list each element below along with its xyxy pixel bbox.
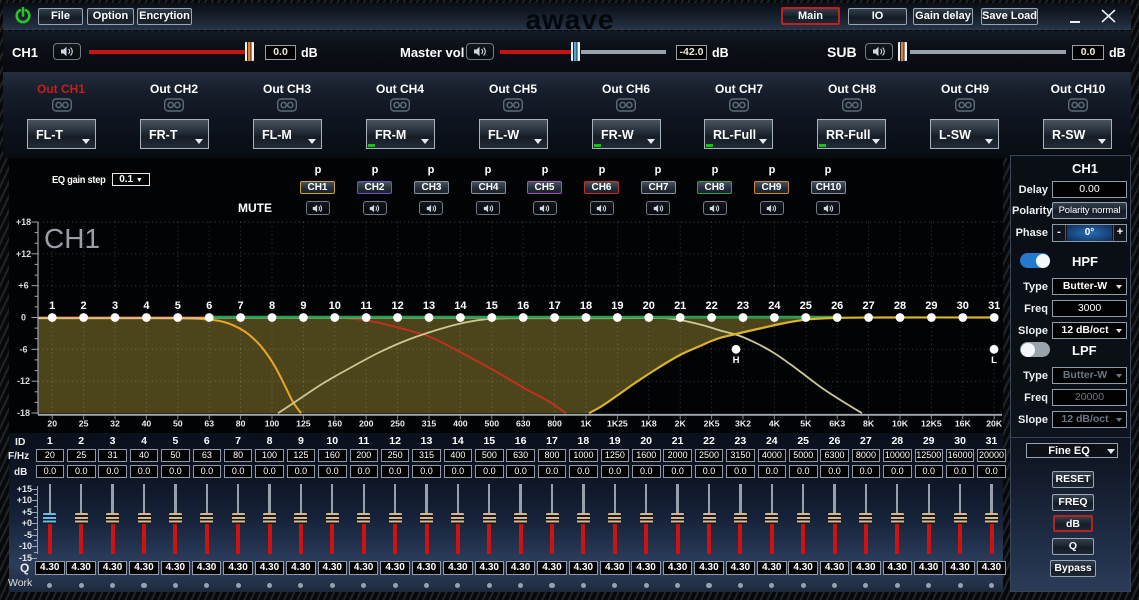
svg-text:4K: 4K	[769, 419, 781, 429]
svg-text:8K: 8K	[863, 419, 875, 429]
svg-text:25: 25	[800, 300, 812, 312]
svg-text:9: 9	[300, 300, 306, 312]
svg-text:40: 40	[142, 419, 152, 429]
svg-text:-18: -18	[17, 408, 30, 418]
svg-text:63: 63	[204, 419, 214, 429]
svg-text:160: 160	[328, 419, 343, 429]
svg-text:2: 2	[81, 300, 87, 312]
svg-text:17: 17	[548, 300, 560, 312]
svg-text:27: 27	[862, 300, 874, 312]
svg-text:29: 29	[925, 300, 937, 312]
svg-text:400: 400	[453, 419, 468, 429]
svg-text:8: 8	[269, 300, 275, 312]
svg-text:+18: +18	[16, 217, 31, 227]
svg-text:24: 24	[768, 300, 781, 312]
svg-text:16: 16	[517, 300, 529, 312]
svg-text:5: 5	[175, 300, 181, 312]
svg-text:30: 30	[957, 300, 969, 312]
svg-text:12: 12	[391, 300, 403, 312]
svg-text:23: 23	[737, 300, 749, 312]
svg-text:1: 1	[49, 300, 55, 312]
svg-text:26: 26	[831, 300, 843, 312]
svg-text:5K: 5K	[800, 419, 812, 429]
svg-text:100: 100	[265, 419, 280, 429]
svg-text:11: 11	[360, 300, 372, 312]
svg-text:125: 125	[296, 419, 311, 429]
svg-text:3K2: 3K2	[735, 419, 751, 429]
svg-text:2K5: 2K5	[704, 419, 720, 429]
svg-text:-6: -6	[19, 344, 27, 354]
svg-text:21: 21	[674, 300, 686, 312]
svg-text:20K: 20K	[986, 419, 1003, 429]
svg-text:28: 28	[894, 300, 906, 312]
svg-text:25: 25	[79, 419, 89, 429]
svg-text:250: 250	[390, 419, 405, 429]
svg-text:12K5: 12K5	[921, 419, 942, 429]
svg-text:3: 3	[112, 300, 118, 312]
svg-text:800: 800	[547, 419, 562, 429]
svg-text:14: 14	[454, 300, 467, 312]
svg-text:20: 20	[643, 300, 655, 312]
svg-text:18: 18	[580, 300, 592, 312]
svg-text:2K: 2K	[675, 419, 687, 429]
svg-text:16K: 16K	[955, 419, 972, 429]
svg-text:-12: -12	[17, 376, 30, 386]
svg-text:500: 500	[485, 419, 500, 429]
svg-text:+12: +12	[16, 249, 31, 259]
svg-text:50: 50	[173, 419, 183, 429]
svg-text:6: 6	[206, 300, 212, 312]
svg-text:1K8: 1K8	[641, 419, 657, 429]
svg-text:630: 630	[516, 419, 531, 429]
svg-text:19: 19	[611, 300, 623, 312]
svg-text:4: 4	[143, 300, 150, 312]
svg-text:22: 22	[705, 300, 717, 312]
svg-text:80: 80	[236, 419, 246, 429]
svg-text:31: 31	[988, 300, 1000, 312]
svg-text:7: 7	[238, 300, 244, 312]
svg-text:0: 0	[21, 313, 26, 323]
svg-text:L: L	[991, 355, 997, 366]
svg-text:13: 13	[423, 300, 435, 312]
svg-text:15: 15	[486, 300, 498, 312]
svg-text:6K3: 6K3	[829, 419, 845, 429]
svg-text:+6: +6	[18, 281, 28, 291]
svg-text:10K: 10K	[892, 419, 909, 429]
svg-text:1K25: 1K25	[607, 419, 628, 429]
svg-text:315: 315	[422, 419, 437, 429]
svg-text:20: 20	[47, 419, 57, 429]
svg-text:H: H	[733, 355, 740, 366]
svg-text:200: 200	[359, 419, 374, 429]
svg-text:CH1: CH1	[44, 223, 100, 254]
svg-text:10: 10	[329, 300, 341, 312]
svg-text:32: 32	[110, 419, 120, 429]
svg-text:1K: 1K	[580, 419, 592, 429]
